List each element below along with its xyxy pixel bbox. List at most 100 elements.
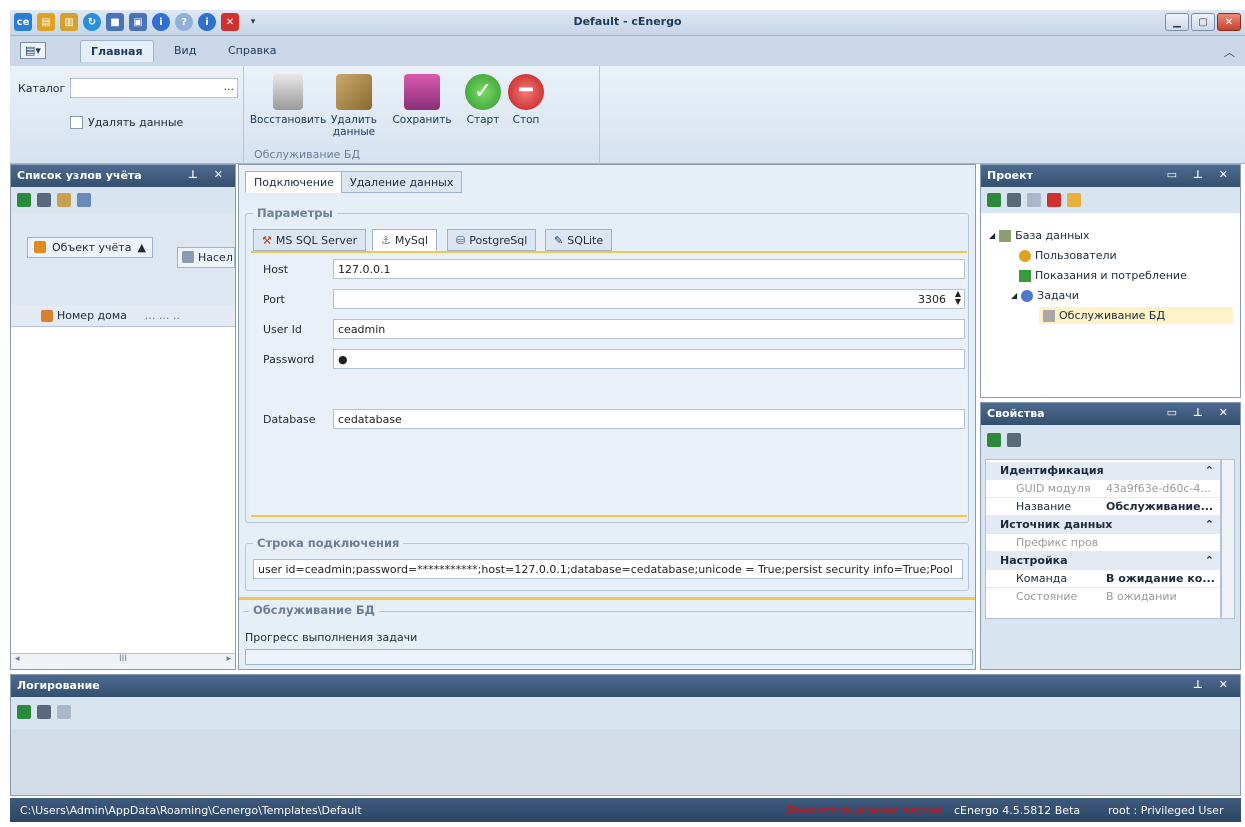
left-toolbar	[11, 187, 235, 213]
collapse-ribbon-icon[interactable]: ︿	[1224, 44, 1235, 60]
tree-item-database[interactable]: ◢ База данных	[989, 229, 1089, 242]
panel-buttons[interactable]: ⊥ ✕	[188, 168, 229, 181]
save-label: Сохранить	[392, 114, 452, 126]
tree-item-db-maintenance[interactable]: Обслуживание БД	[1039, 307, 1233, 324]
separator	[239, 597, 975, 600]
collapse-icon[interactable]: ⌃	[1205, 554, 1214, 567]
prop-group-identification[interactable]: Идентификация ⌃	[986, 462, 1220, 480]
status-bar: C:\Users\Admin\AppData\Roaming\Cenergo\T…	[10, 798, 1241, 822]
prop-name: Состояние	[1016, 590, 1078, 603]
panel-buttons[interactable]: ▭ ⊥ ✕	[1167, 168, 1234, 181]
ribbon-group-label: Обслуживание БД	[254, 148, 361, 161]
database-icon	[273, 74, 303, 110]
export-excel-icon[interactable]	[987, 433, 1001, 447]
prop-row[interactable]: Состояние В ожидании	[986, 588, 1220, 606]
prop-value: 43a9f63e-d60c-4...	[1106, 482, 1211, 495]
mssql-icon: ⚒	[262, 234, 272, 247]
provider-tab-mssql[interactable]: ⚒ MS SQL Server	[253, 229, 367, 251]
restore-button[interactable]: Восстановить	[248, 74, 328, 126]
panel-buttons[interactable]: ▭ ⊥ ✕	[1167, 406, 1234, 419]
mysql-form: Host 127.0.0.1 Port 3306 ▲ ▼ User Id cead…	[251, 251, 967, 517]
tab-main[interactable]: Главная	[80, 40, 154, 62]
horizontal-scrollbar[interactable]: ◂ III ▸	[11, 653, 235, 669]
connection-string-field[interactable]: user id=ceadmin;password=***********;hos…	[253, 559, 963, 579]
edit-icon[interactable]	[1067, 193, 1081, 207]
provider-tab-sqlite[interactable]: ✎ SQLite	[545, 229, 613, 251]
log-title-text: Логирование	[17, 679, 100, 692]
spin-arrows-icon[interactable]: ▲ ▼	[955, 290, 961, 306]
tab-connection[interactable]: Подключение	[245, 171, 343, 193]
export-excel-icon[interactable]	[17, 193, 31, 207]
prop-value: В ожидании	[1106, 590, 1177, 603]
group-chip-settlement[interactable]: Насел	[177, 247, 235, 268]
scroll-left-icon[interactable]: ◂	[15, 654, 20, 664]
status-user: root : Privileged User	[1108, 804, 1224, 817]
print-icon[interactable]	[1007, 193, 1021, 207]
tree-item-tasks[interactable]: ◢ Задачи	[1011, 289, 1079, 302]
delete-icon[interactable]	[1047, 193, 1061, 207]
maximize-button[interactable]: ▢	[1191, 13, 1215, 31]
host-input[interactable]: 127.0.0.1	[333, 259, 965, 279]
progress-bar	[245, 649, 973, 665]
collapse-icon[interactable]: ⌃	[1205, 518, 1214, 531]
provider-tab-mysql[interactable]: ⚓ MySql	[372, 229, 437, 251]
delete-data-button[interactable]: Удалить данные	[328, 74, 380, 138]
export-excel-icon[interactable]	[987, 193, 1001, 207]
prop-group-settings[interactable]: Настройка ⌃	[986, 552, 1220, 570]
save-button[interactable]: Сохранить	[388, 74, 456, 126]
print-icon[interactable]	[37, 705, 51, 719]
prop-row[interactable]: Название Обслуживание...	[986, 498, 1220, 516]
export-excel-icon[interactable]	[17, 705, 31, 719]
print-icon[interactable]	[37, 193, 51, 207]
database-icon	[999, 229, 1012, 242]
userid-input[interactable]: ceadmin	[333, 319, 965, 339]
column-header-extra[interactable]: ... ... ..	[145, 309, 180, 322]
tree-item-users[interactable]: Пользователи	[1019, 249, 1117, 262]
copy-icon[interactable]	[57, 705, 71, 719]
log-content	[11, 729, 1240, 795]
password-input[interactable]: ●	[333, 349, 965, 369]
add-icon[interactable]	[1027, 193, 1041, 207]
collapse-icon[interactable]: ◢	[989, 231, 995, 240]
tab-view[interactable]: Вид	[174, 44, 196, 57]
prop-name: Команда	[1016, 572, 1068, 585]
port-spinner[interactable]: 3306 ▲ ▼	[333, 289, 965, 309]
close-button[interactable]: ✕	[1217, 13, 1241, 31]
database-icon	[1043, 309, 1055, 322]
prop-row[interactable]: GUID модуля 43a9f63e-d60c-4...	[986, 480, 1220, 498]
house-icon	[41, 309, 53, 322]
collapse-icon[interactable]: ⌃	[1205, 464, 1214, 477]
collapse-icon[interactable]: ◢	[1011, 291, 1017, 300]
group-chip-object[interactable]: Объект учёта ▲	[27, 237, 153, 258]
delete-data-checkbox[interactable]: Удалять данные	[70, 116, 183, 129]
ribbon-group-catalog: Каталог ... Удалять данные	[10, 66, 244, 164]
checkbox-box[interactable]	[70, 116, 83, 129]
prop-row[interactable]: Префикс пров	[986, 534, 1220, 552]
provider-tab-postgresql[interactable]: ⛁ PostgreSql	[447, 229, 537, 251]
tab-help[interactable]: Справка	[228, 44, 276, 57]
scroll-right-icon[interactable]: ▸	[226, 654, 231, 664]
stop-button[interactable]: ━ Стоп	[506, 74, 546, 126]
vertical-scrollbar[interactable]	[1221, 459, 1235, 619]
prop-group-datasource[interactable]: Источник данных ⌃	[986, 516, 1220, 534]
app-menu-button[interactable]: ▤▾	[20, 42, 46, 59]
property-grid: Идентификация ⌃ GUID модуля 43a9f63e-d60c-…	[985, 459, 1221, 619]
left-panel-title: Список узлов учёта ⊥ ✕	[11, 165, 235, 187]
panel-buttons[interactable]: ⊥ ✕	[1193, 678, 1234, 691]
password-label: Password	[263, 353, 315, 366]
minimize-button[interactable]: ▁	[1165, 13, 1189, 31]
settings-icon[interactable]	[57, 193, 71, 207]
group-icon[interactable]	[77, 193, 91, 207]
scroll-grip[interactable]: III	[119, 654, 127, 664]
print-icon[interactable]	[1007, 433, 1021, 447]
database-input[interactable]: cedatabase	[333, 409, 965, 429]
project-title-text: Проект	[987, 169, 1033, 182]
tree-item-readings[interactable]: Показания и потребление	[1019, 269, 1187, 282]
start-button[interactable]: ✓ Старт	[462, 74, 504, 126]
catalog-browse-button[interactable]: ...	[224, 80, 235, 93]
prop-row[interactable]: Команда В ожидание ко...	[986, 570, 1220, 588]
tab-delete-data[interactable]: Удаление данных	[341, 171, 463, 193]
catalog-input[interactable]: ...	[70, 78, 238, 98]
broom-icon	[336, 74, 372, 110]
column-header-house-number[interactable]: Номер дома	[57, 309, 127, 322]
